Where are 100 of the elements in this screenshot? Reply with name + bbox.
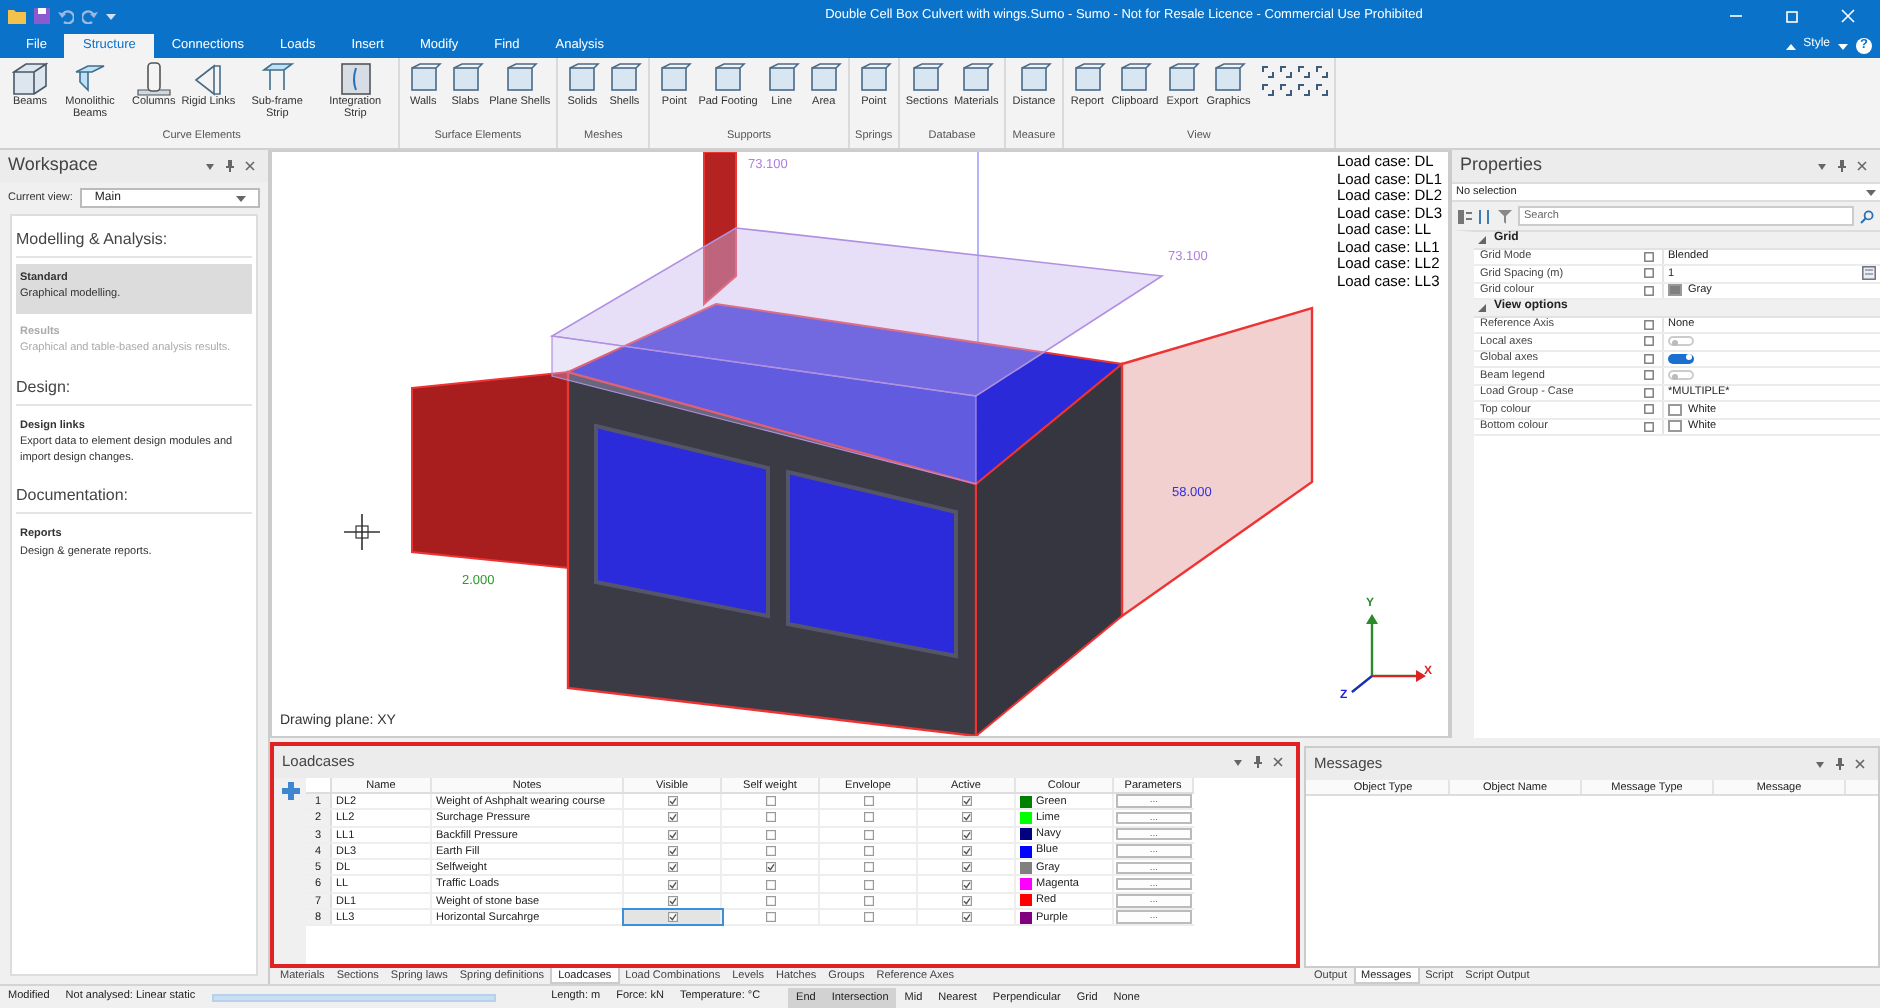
- tool-icon: [763, 62, 800, 96]
- checked-checkbox[interactable]: [667, 812, 677, 823]
- section-heading: Design:: [16, 375, 252, 405]
- checked-checkbox[interactable]: [961, 796, 971, 807]
- add-icon[interactable]: [281, 782, 299, 800]
- crosshair-cursor-icon: [343, 513, 381, 551]
- section-heading: Modelling & Analysis:: [16, 228, 252, 258]
- checked-checkbox[interactable]: [961, 846, 971, 857]
- checked-checkbox[interactable]: [667, 879, 677, 890]
- tool-icon: [1116, 62, 1153, 96]
- tool-icon: [501, 62, 538, 96]
- pin-icon[interactable]: [1834, 758, 1846, 770]
- checked-checkbox[interactable]: [667, 912, 677, 923]
- checkbox[interactable]: [765, 796, 775, 807]
- checked-checkbox[interactable]: [667, 829, 677, 840]
- panel-title: Workspace: [8, 152, 100, 179]
- calculator-icon[interactable]: [1862, 266, 1876, 281]
- restore-icon[interactable]: [1784, 8, 1800, 24]
- dropdown-icon[interactable]: [1816, 160, 1828, 172]
- checked-checkbox[interactable]: [765, 862, 775, 873]
- focused-cell[interactable]: [624, 910, 722, 925]
- checkbox[interactable]: [765, 812, 775, 823]
- pin-icon[interactable]: [1252, 756, 1264, 768]
- close-icon[interactable]: [244, 160, 256, 172]
- dropdown-icon[interactable]: [106, 12, 116, 20]
- collapse-icon[interactable]: [1478, 235, 1486, 244]
- tool-icon: [405, 62, 442, 96]
- search-icon[interactable]: [1860, 209, 1874, 223]
- checkbox[interactable]: [765, 846, 775, 857]
- checkbox[interactable]: [765, 912, 775, 923]
- dropdown-icon[interactable]: [1232, 756, 1244, 768]
- checked-checkbox[interactable]: [961, 812, 971, 823]
- toggle-switch[interactable]: [1668, 353, 1694, 364]
- close-icon[interactable]: [1272, 756, 1284, 768]
- tool-icon: [12, 62, 48, 96]
- tool-icon: [958, 62, 995, 96]
- view-cube-icon[interactable]: [1278, 64, 1295, 80]
- checkbox[interactable]: [863, 796, 873, 807]
- collapse-icon[interactable]: [1785, 42, 1796, 50]
- panel-title: Properties: [1460, 152, 1545, 179]
- tool-icon: [447, 62, 484, 96]
- checked-checkbox[interactable]: [667, 796, 677, 807]
- section-heading: Documentation:: [16, 484, 252, 515]
- sort-icon[interactable]: [1478, 209, 1492, 223]
- toggle-switch[interactable]: [1668, 336, 1694, 347]
- view-cube-icon[interactable]: [1296, 82, 1313, 98]
- tool-icon: [337, 62, 374, 96]
- pin-icon[interactable]: [1836, 160, 1848, 172]
- dropdown-icon[interactable]: [204, 160, 216, 172]
- checkbox[interactable]: [863, 895, 873, 906]
- redo-icon[interactable]: [82, 8, 98, 24]
- view-cube-icon[interactable]: [1314, 82, 1331, 98]
- toggle-switch[interactable]: [1668, 370, 1694, 381]
- close-icon[interactable]: [1854, 758, 1866, 770]
- folder-icon[interactable]: [8, 8, 26, 24]
- checkbox[interactable]: [863, 862, 873, 873]
- dropdown-icon: [236, 194, 246, 202]
- checkbox[interactable]: [863, 912, 873, 923]
- checked-checkbox[interactable]: [961, 879, 971, 890]
- tool-icon: [855, 62, 892, 96]
- view-cube-icon[interactable]: [1260, 82, 1277, 98]
- dropdown-icon[interactable]: [1838, 42, 1848, 50]
- checked-checkbox[interactable]: [961, 895, 971, 906]
- checkbox[interactable]: [863, 879, 873, 890]
- tool-icon: [72, 62, 108, 96]
- categorized-icon[interactable]: [1458, 209, 1472, 223]
- tool-icon: [656, 62, 693, 96]
- checkbox[interactable]: [765, 895, 775, 906]
- tool-icon: [1210, 62, 1247, 96]
- checkbox[interactable]: [863, 829, 873, 840]
- pin-icon[interactable]: [224, 160, 236, 172]
- undo-icon[interactable]: [58, 8, 74, 24]
- dropdown-icon: [1866, 188, 1876, 196]
- checkbox[interactable]: [765, 879, 775, 890]
- view-cube-icon[interactable]: [1278, 82, 1295, 98]
- checkbox[interactable]: [863, 846, 873, 857]
- checked-checkbox[interactable]: [667, 895, 677, 906]
- filter-icon[interactable]: [1498, 209, 1512, 223]
- dropdown-icon[interactable]: [1814, 758, 1826, 770]
- view-cube-icon[interactable]: [1296, 64, 1313, 80]
- save-icon[interactable]: [34, 8, 50, 24]
- close-icon[interactable]: [1856, 160, 1868, 172]
- tool-icon: [710, 62, 747, 96]
- tool-icon: [259, 62, 296, 96]
- tool-icon: [908, 62, 945, 96]
- view-cube-icon[interactable]: [1260, 64, 1277, 80]
- tool-icon: [805, 62, 842, 96]
- tool-icon: [1015, 62, 1052, 96]
- tool-icon: [1164, 62, 1201, 96]
- collapse-icon[interactable]: [1478, 303, 1486, 312]
- checkbox[interactable]: [765, 829, 775, 840]
- tool-icon: [1069, 62, 1106, 96]
- view-cube-icon[interactable]: [1314, 64, 1331, 80]
- checked-checkbox[interactable]: [961, 912, 971, 923]
- axis-triad-icon: [1350, 614, 1426, 694]
- checked-checkbox[interactable]: [667, 862, 677, 873]
- checked-checkbox[interactable]: [961, 862, 971, 873]
- checked-checkbox[interactable]: [667, 846, 677, 857]
- checked-checkbox[interactable]: [961, 829, 971, 840]
- checkbox[interactable]: [863, 812, 873, 823]
